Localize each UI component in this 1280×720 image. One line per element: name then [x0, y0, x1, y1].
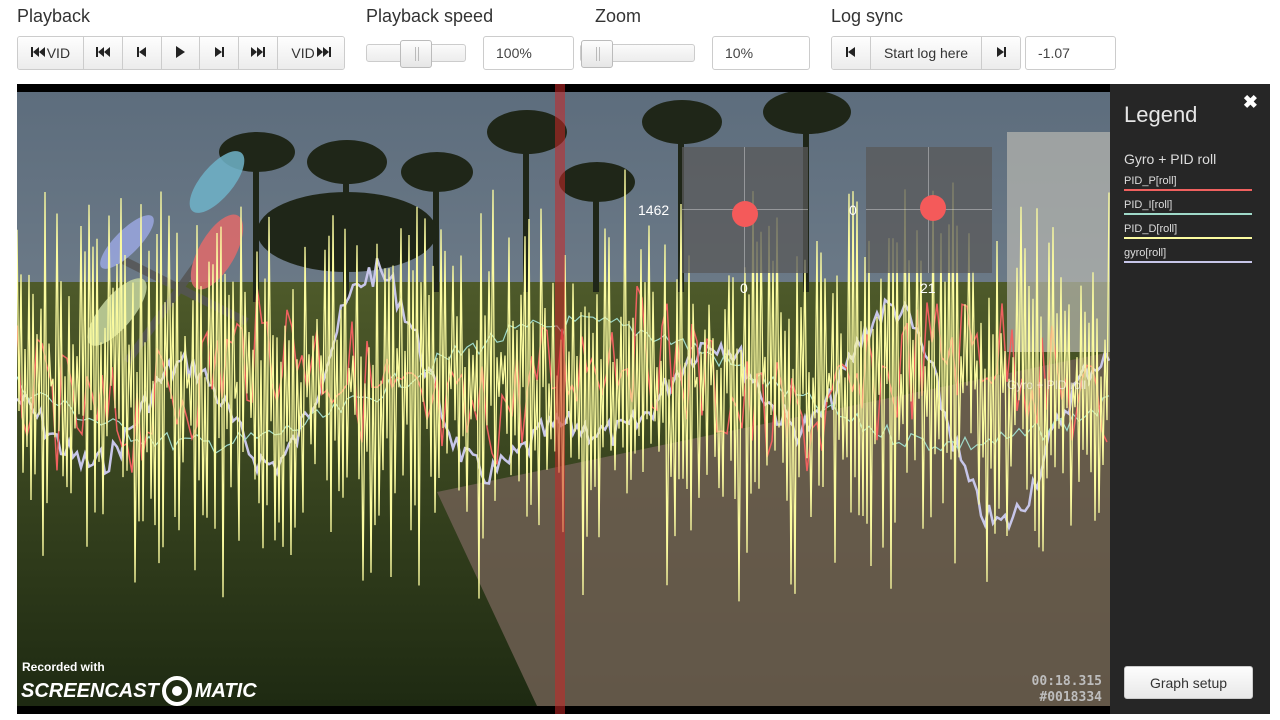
right-stick-box: [866, 147, 992, 273]
log-sync-offset-field[interactable]: -1.07: [1025, 36, 1116, 70]
fast-forward-icon: [251, 45, 266, 62]
brand-suffix-text: MATIC: [194, 679, 257, 702]
step-forward-button[interactable]: [200, 37, 240, 69]
screencast-matic-logo: SCREENCAST MATIC: [21, 676, 257, 706]
step-forward-icon: [994, 45, 1008, 62]
playback-label: Playback: [17, 6, 91, 26]
vid-end-label: VID: [291, 45, 315, 61]
playback-cursor[interactable]: [555, 84, 565, 714]
video-graph-stage[interactable]: 1462 0 0 21 Gyro + PID roll Recorded wit…: [17, 84, 1110, 714]
zoom-slider-thumb[interactable]: [581, 40, 613, 68]
left-stick-box: [682, 147, 808, 273]
step-forward-icon: [212, 45, 226, 62]
legend-title: Legend: [1124, 102, 1198, 127]
play-icon: [173, 45, 187, 62]
step-backward-icon: [135, 45, 149, 62]
legend-panel: Legend ✖ Gyro + PID roll PID_P[roll] PID_…: [1110, 84, 1270, 714]
playback-speed-label: Playback speed: [366, 6, 494, 26]
frame-readout: #0018334: [1039, 690, 1102, 705]
legend-subtitle: Gyro + PID roll: [1124, 151, 1217, 167]
zoom-label: Zoom: [595, 6, 642, 26]
right-stick-position: [920, 195, 946, 221]
time-readout: 00:18.315: [1031, 674, 1102, 689]
playback-controls: VID VID: [17, 36, 345, 70]
playback-speed-slider[interactable]: [366, 40, 466, 68]
playback-speed-slider-thumb[interactable]: [400, 40, 432, 68]
legend-item[interactable]: PID_P[roll]: [1124, 175, 1252, 191]
graph-label: Gyro + PID roll: [1007, 378, 1087, 392]
zoom-field[interactable]: 10%: [712, 36, 810, 70]
jump-to-video-start-button[interactable]: VID: [18, 37, 84, 69]
step-backward-button[interactable]: [122, 37, 162, 69]
left-stick-bottom-value: 0: [740, 280, 748, 296]
skip-start-icon: [30, 45, 45, 62]
log-sync-controls: Start log here: [831, 36, 1021, 70]
legend-item[interactable]: PID_D[roll]: [1124, 223, 1252, 239]
jump-to-log-start-button[interactable]: [83, 37, 123, 69]
jump-to-video-end-button[interactable]: VID: [278, 37, 344, 69]
right-stick-top-value: 0: [849, 202, 857, 218]
play-button[interactable]: [161, 37, 201, 69]
start-log-here-button[interactable]: Start log here: [871, 37, 982, 69]
playback-speed-field[interactable]: 100%: [483, 36, 574, 70]
jump-to-log-end-button[interactable]: [239, 37, 279, 69]
blackbox-explorer-app: Playback VID VID Playback speed 100% Zoo…: [0, 0, 1280, 720]
log-sync-forward-button[interactable]: [982, 37, 1020, 69]
close-icon[interactable]: ✖: [1243, 92, 1258, 113]
log-sync-label: Log sync: [831, 6, 904, 26]
left-stick-top-value: 1462: [638, 202, 670, 218]
brand-text: SCREENCAST: [21, 679, 159, 702]
legend-item[interactable]: PID_I[roll]: [1124, 199, 1252, 215]
graph-setup-button[interactable]: Graph setup: [1124, 666, 1253, 699]
vid-start-label: VID: [46, 45, 71, 61]
log-sync-back-button[interactable]: [832, 37, 871, 69]
skip-end-icon: [316, 45, 331, 62]
fast-backward-icon: [95, 45, 110, 62]
zoom-slider[interactable]: [580, 40, 695, 68]
step-backward-icon: [844, 45, 858, 62]
recorded-with-text: Recorded with: [22, 660, 105, 674]
timecode: 00:18.315 #0018334: [1032, 674, 1102, 706]
legend-item[interactable]: gyro[roll]: [1124, 247, 1252, 263]
right-stick-bottom-value: 21: [920, 280, 936, 296]
record-circle-icon: [161, 676, 192, 706]
left-stick-position: [732, 201, 758, 227]
